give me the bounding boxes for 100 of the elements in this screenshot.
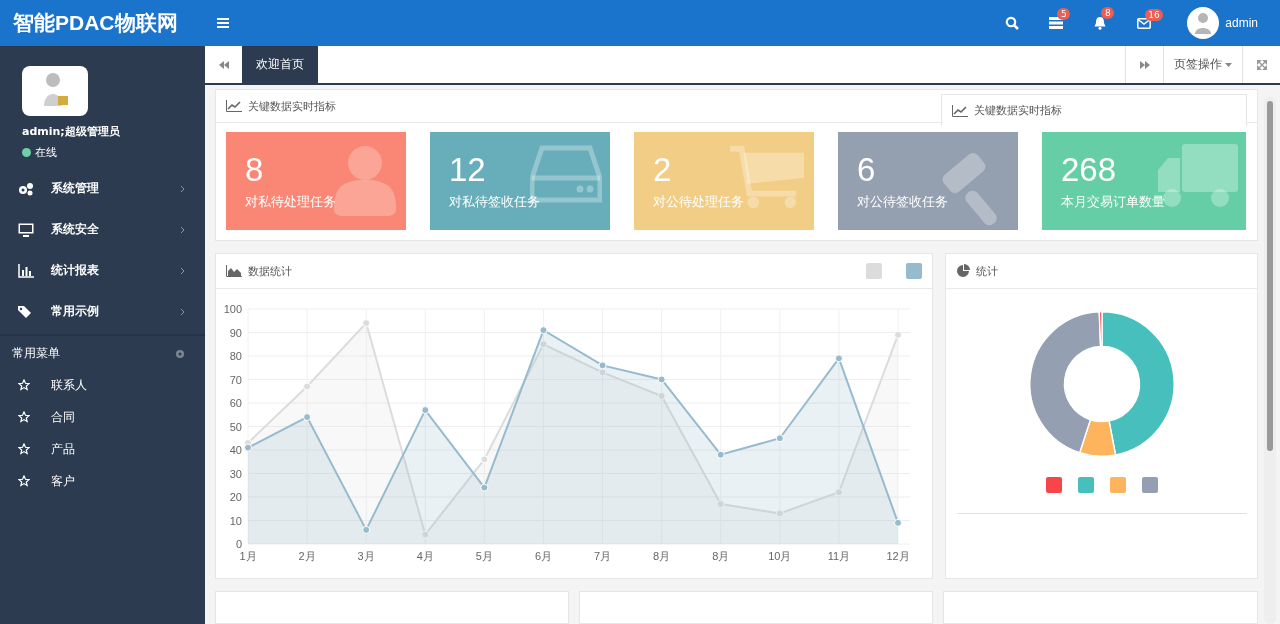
double-left-icon [218,60,229,69]
star-icon [18,443,30,455]
data-point [421,530,430,539]
data-point [421,406,430,415]
tags-icon [18,304,34,319]
status-dot [22,148,31,157]
y-tick-label: 40 [229,444,242,456]
star-icon [18,379,30,391]
x-tick-label: 8月 [653,550,671,562]
mail-icon[interactable] [1137,17,1152,29]
y-tick-label: 30 [229,467,242,480]
menu-item[interactable]: 系统管理 [0,168,205,209]
data-point [894,518,902,527]
y-tick-label: 90 [229,326,242,339]
favorite-item[interactable]: 联系人 [0,369,205,401]
bell-icon[interactable] [1093,16,1108,30]
data-point [716,450,725,459]
tasks-icon[interactable] [1049,17,1064,29]
panel-title: 统计 [976,263,998,279]
avatar-icon [22,66,88,116]
y-tick-label: 50 [229,420,242,433]
x-tick-label: 6月 [534,550,552,562]
chevron-icon [180,225,185,234]
x-tick-label: 3月 [357,550,375,562]
y-tick-label: 0 [235,538,242,550]
count-badge: 16 [1145,8,1163,21]
search-icon[interactable] [1005,16,1020,30]
tab-actions-dropdown[interactable]: 页签操作 [1163,46,1242,83]
data-point [362,319,371,328]
data-point [303,413,312,422]
x-tick-label: 12月 [886,550,910,562]
favorite-item[interactable]: 产品 [0,433,205,465]
x-tick-label: 4月 [416,550,434,562]
data-point [362,525,371,534]
data-point [480,455,489,464]
metric-value: 2 [653,152,672,188]
avatar-icon[interactable] [1187,7,1220,39]
caret-icon [1225,62,1232,67]
data-point [657,375,666,384]
y-tick-label: 100 [223,303,242,315]
data-point [480,483,489,492]
menu-item[interactable]: 统计报表 [0,250,205,291]
x-tick-label: 5月 [475,550,493,562]
metric-value: 12 [449,152,486,188]
data-point [657,391,666,400]
metric-value: 268 [1061,152,1117,188]
expand-icon [1256,59,1267,70]
menu-item[interactable]: 常用示例 [0,291,205,332]
x-tick-label: 8月 [712,550,730,562]
pie-chart-icon [956,264,970,278]
scrollbar[interactable] [1264,97,1276,624]
y-tick-label: 80 [229,350,242,362]
star-icon [18,411,30,423]
data-point [598,361,607,370]
x-tick-label: 7月 [594,550,612,562]
data-point [598,368,607,377]
star-icon [18,475,30,487]
panel-title: 关键数据实时指标 [974,103,1062,118]
line-chart-icon [952,104,968,117]
section-title: 常用菜单 [12,346,60,361]
data-point [775,434,784,443]
panel-title: 关键数据实时指标 [248,98,336,114]
data-point [894,330,902,339]
x-tick-label: 2月 [298,550,316,562]
metric-label: 对公待处理任务 [653,194,744,211]
metric-value: 6 [857,152,876,188]
x-tick-label: 10月 [768,550,792,562]
y-tick-label: 70 [229,373,242,386]
area-chart-icon [226,265,242,277]
settings-icon[interactable] [175,348,185,359]
y-tick-label: 60 [229,397,242,409]
menu-item[interactable]: 系统安全 [0,209,205,250]
data-point [539,326,548,335]
chevron-icon [180,307,185,316]
count-badge: 5 [1057,8,1071,20]
y-tick-label: 20 [229,491,242,503]
favorite-item[interactable]: 合同 [0,401,205,433]
favorite-item[interactable]: 客户 [0,465,205,497]
x-tick-label: 11月 [827,550,851,562]
line-chart-icon [226,100,242,112]
metric-label: 对私待处理任务 [245,194,336,211]
page-tab[interactable]: 欢迎首页 [242,46,318,83]
user-name[interactable]: admin [1225,16,1258,30]
count-badge: 8 [1101,7,1115,19]
monitor-icon [18,222,34,237]
data-point [834,488,843,497]
metric-label: 对公待签收任务 [857,194,948,211]
chevron-icon [180,266,185,275]
data-point [303,382,312,391]
metric-label: 对私待签收任务 [449,194,540,211]
chevron-icon [180,184,185,193]
bar-chart-icon [18,263,34,278]
x-tick-label: 1月 [239,550,257,562]
double-right-icon [1139,60,1150,69]
status-text: 在线 [35,145,57,160]
user-role: admin;超级管理员 [22,124,121,139]
data-point [539,340,548,349]
data-point [775,509,784,518]
panel-title: 数据统计 [248,263,292,279]
menu-icon[interactable] [217,18,229,28]
